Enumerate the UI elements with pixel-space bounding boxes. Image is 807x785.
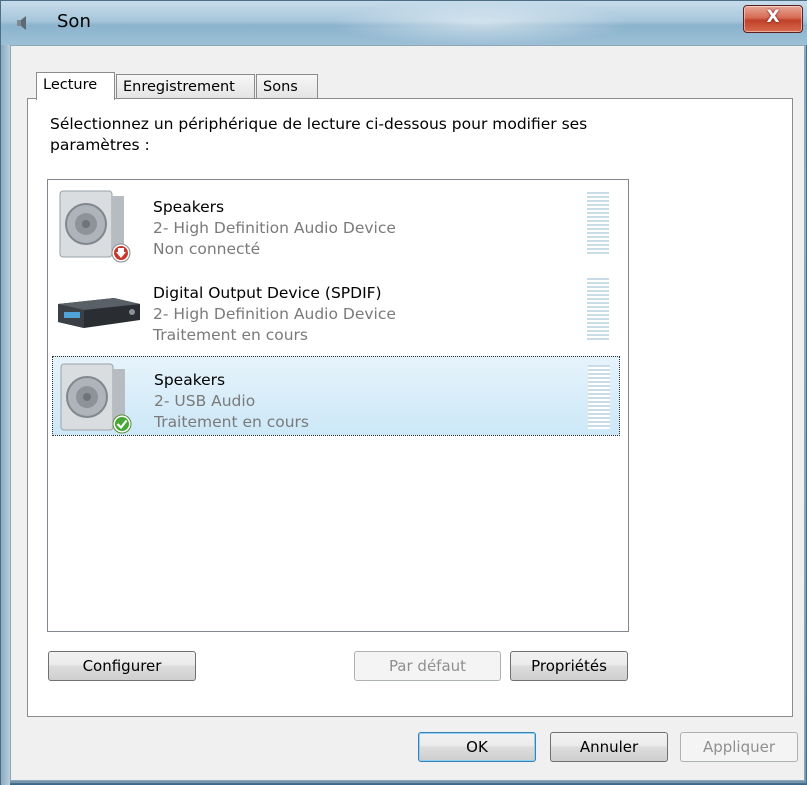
title-bar[interactable]: Son X (1, 1, 807, 45)
device-name: Speakers (153, 198, 225, 216)
device-description: 2- High Definition Audio Device (153, 305, 396, 323)
device-description: 2- High Definition Audio Device (153, 219, 396, 237)
device-name: Speakers (154, 371, 226, 389)
list-item[interactable]: Digital Output Device (SPDIF) 2- High De… (52, 270, 620, 350)
device-status: Traitement en cours (153, 326, 309, 344)
tab-sons[interactable]: Sons (256, 74, 318, 99)
volume-level-meter (587, 192, 609, 256)
volume-level-meter (588, 365, 610, 429)
device-description: 2- USB Audio (154, 392, 256, 410)
device-status: Traitement en cours (154, 413, 310, 431)
apply-button[interactable]: Appliquer (680, 732, 798, 762)
disconnected-badge-icon (111, 243, 131, 263)
window-title: Son (57, 11, 91, 32)
tab-lecture[interactable]: Lecture (36, 72, 115, 100)
cancel-button[interactable]: Annuler (550, 732, 668, 762)
dialog-client-area: Lecture Enregistrement Sons Sélectionnez… (10, 45, 805, 781)
device-status: Non connecté (153, 240, 261, 258)
configure-button[interactable]: Configurer (48, 651, 196, 681)
default-check-badge-icon (112, 414, 132, 434)
speaker-volume-icon (17, 16, 26, 30)
close-icon: X (766, 7, 780, 27)
sound-dialog-window: Son X Lecture Enregistrement Sons Sélect… (0, 0, 807, 785)
properties-button[interactable]: Propriétés (510, 651, 628, 681)
tab-enregistrement[interactable]: Enregistrement (116, 74, 255, 99)
device-name: Digital Output Device (SPDIF) (153, 284, 382, 302)
close-button[interactable]: X (743, 5, 803, 33)
tab-panel-lecture: Sélectionnez un périphérique de lecture … (27, 98, 793, 717)
list-item[interactable]: Speakers 2- High Definition Audio Device… (52, 184, 620, 264)
playback-device-list[interactable]: Speakers 2- High Definition Audio Device… (47, 179, 629, 632)
ok-button[interactable]: OK (418, 732, 536, 762)
set-default-button[interactable]: Par défaut (354, 651, 501, 681)
digital-receiver-icon (58, 298, 140, 328)
instruction-text: Sélectionnez un périphérique de lecture … (50, 115, 588, 154)
volume-level-meter (587, 278, 609, 342)
list-item[interactable]: Speakers 2- USB Audio Traitement en cour… (52, 356, 620, 436)
